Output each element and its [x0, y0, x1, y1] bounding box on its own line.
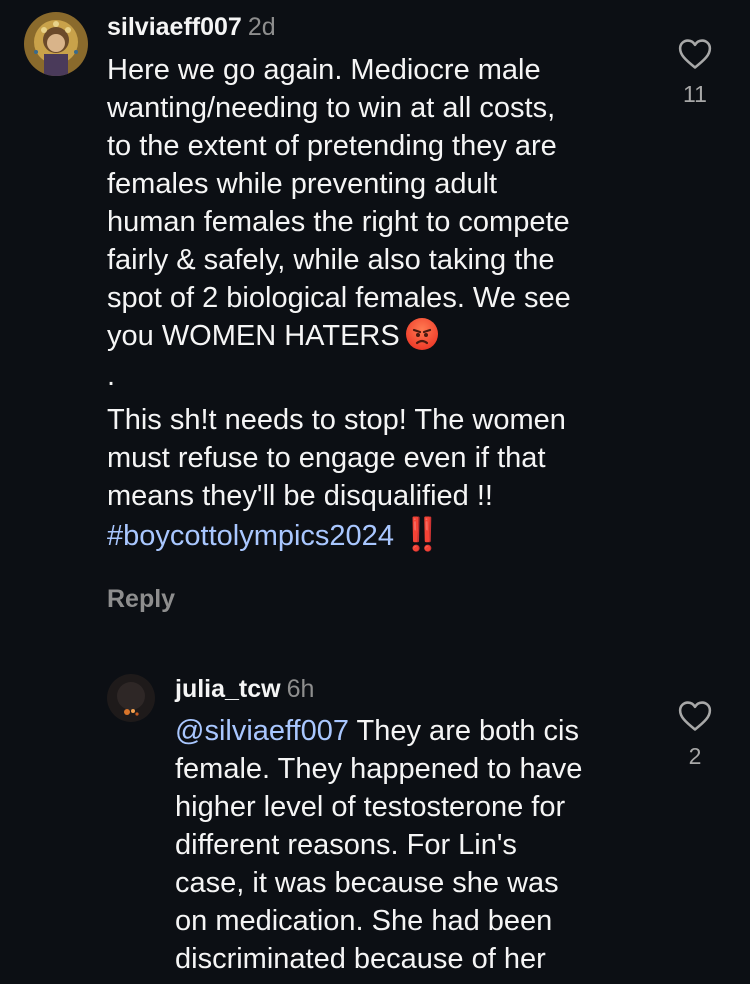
avatar[interactable]: [24, 12, 88, 76]
double-exclamation-icon: ‼️: [401, 516, 442, 552]
comment-text: @silviaeff007 They are both cis female. …: [175, 712, 655, 978]
comment-line: spot of 2 biological females. We see: [107, 282, 571, 314]
heart-icon[interactable]: [678, 701, 712, 736]
timestamp: 2d: [247, 13, 276, 41]
hashtag-line: #boycottolympics2024 ‼️: [107, 515, 667, 555]
comment-line: human females the right to compete: [107, 206, 570, 238]
avatar-image: [107, 674, 155, 722]
comment-line: They are both cis: [349, 715, 579, 747]
like-count: 2: [688, 743, 702, 769]
comment-header: silviaeff007 2d: [107, 12, 276, 42]
comment-text: Here we go again. Mediocre male wanting/…: [107, 51, 667, 555]
comment-line: Here we go again. Mediocre male: [107, 54, 541, 86]
like-column: 11: [665, 38, 725, 108]
comment-line-with-emoji: you WOMEN HATERS: [107, 317, 667, 355]
reply-button[interactable]: Reply: [107, 585, 175, 614]
comment-line: fairly & safely, while also taking the: [107, 244, 555, 276]
comment-line: different reasons. For Lin's: [175, 829, 517, 861]
comment-first-line: @silviaeff007 They are both cis: [175, 712, 655, 750]
avatar-image: [24, 12, 88, 76]
comment-line: wanting/needing to win at all costs,: [107, 92, 556, 124]
comment-julia_tcw: julia_tcw 6h @silviaeff007 They are both …: [0, 660, 750, 984]
comment-line: females while preventing adult: [107, 168, 498, 200]
comment-line: This sh!t needs to stop! The women: [107, 404, 566, 436]
angry-face-icon: [405, 318, 438, 350]
comment-line: case, it was because she was: [175, 867, 559, 899]
separator-dot: .: [107, 360, 116, 392]
comment-line: on medication. She had been: [175, 905, 553, 937]
like-column: 2: [665, 700, 725, 770]
mention-link[interactable]: @silviaeff007: [175, 715, 349, 747]
comment-header: julia_tcw 6h: [175, 674, 314, 704]
username[interactable]: julia_tcw: [175, 675, 281, 703]
heart-icon[interactable]: [678, 39, 712, 74]
hashtag-link[interactable]: #boycottolympics2024: [107, 520, 394, 552]
comment-line: higher level of testosterone for: [175, 791, 566, 823]
comment-line: must refuse to engage even if that: [107, 442, 546, 474]
comment-silviaeff007: silviaeff007 2d Here we go again. Mediocr…: [0, 0, 750, 630]
comment-line: discriminated because of her: [175, 943, 546, 975]
comment-line: to the extent of pretending they are: [107, 130, 557, 162]
comment-line: means they'll be disqualified !!: [107, 480, 493, 512]
username[interactable]: silviaeff007: [107, 13, 242, 41]
avatar[interactable]: [107, 674, 155, 722]
timestamp: 6h: [286, 675, 315, 703]
like-count: 11: [683, 81, 707, 107]
comment-line: you WOMEN HATERS: [107, 320, 400, 352]
comment-line: female. They happened to have: [175, 753, 583, 785]
